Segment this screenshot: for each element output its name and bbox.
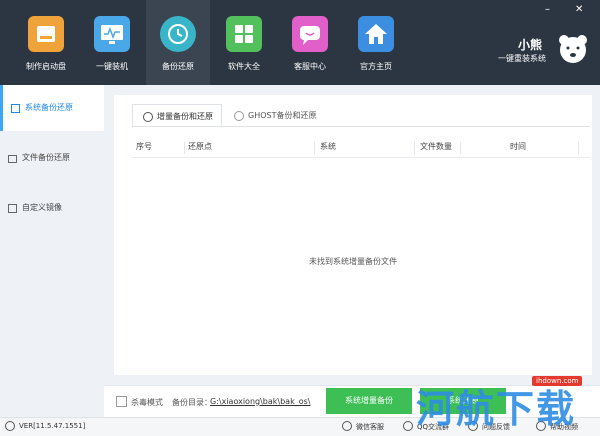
restore-icon (160, 16, 196, 52)
version-text: VER[11.5.47.1551] (19, 422, 86, 430)
nav-label: 一键装机 (96, 62, 128, 71)
sidebar-item-label: 文件备份还原 (22, 153, 70, 162)
sidebar-item-label: 系统备份还原 (25, 103, 73, 112)
folder-icon (8, 155, 17, 163)
home-icon (358, 16, 394, 52)
column-header: 还原点 (188, 142, 212, 151)
watermark-url: ihdown.com (532, 376, 583, 386)
nav-one-click-install[interactable]: 一键装机 (80, 0, 144, 85)
column-header: 系统 (320, 142, 336, 151)
tab-label: 增量备份和还原 (157, 112, 213, 121)
incremental-backup-button[interactable]: 系统增量备份 (326, 388, 412, 414)
version-icon (5, 421, 15, 431)
close-button[interactable]: ✕ (575, 4, 583, 15)
sidebar-item-label: 自定义镜像 (22, 203, 62, 212)
backup-panel: 增量备份和还原 GHOST备份和还原 序号 还原点 系统 文件数量 时间 未找到… (114, 95, 592, 375)
nav-label: 备份还原 (162, 62, 194, 71)
nav-software[interactable]: 软件大全 (212, 0, 276, 85)
nav-backup-restore[interactable]: 备份还原 (146, 0, 210, 85)
ghost-icon (234, 111, 244, 121)
top-navigation-bar: – ✕ 制作启动盘 一键装机 备份还原 软件大全 客服中心 官方主页 小熊 一键… (0, 0, 600, 85)
table-header: 序号 还原点 系统 文件数量 时间 (132, 141, 590, 155)
nav-make-boot-disk[interactable]: 制作启动盘 (14, 0, 78, 85)
nav-homepage[interactable]: 官方主页 (344, 0, 408, 85)
watermark-text: 河航下载 (416, 387, 577, 431)
nav-label: 软件大全 (228, 62, 260, 71)
tab-incremental-backup[interactable]: 增量备份和还原 (132, 104, 222, 128)
empty-state-text: 未找到系统增量备份文件 (309, 257, 397, 266)
wechat-support-link[interactable]: 微信客服 (356, 422, 384, 432)
tab-ghost-backup[interactable]: GHOST备份和还原 (224, 104, 334, 126)
sidebar: 系统备份还原 文件备份还原 自定义镜像 (0, 85, 105, 417)
antivirus-mode-checkbox[interactable] (116, 396, 127, 407)
nav-label: 制作启动盘 (26, 62, 66, 71)
system-icon (11, 104, 20, 113)
image-icon (8, 204, 17, 213)
nav-support[interactable]: 客服中心 (278, 0, 342, 85)
brand-tagline: 一键重装系统 (498, 54, 546, 63)
bear-logo-icon (556, 32, 590, 66)
column-header: 文件数量 (420, 142, 452, 151)
incremental-icon (143, 112, 153, 122)
table-header-divider (132, 157, 590, 158)
sidebar-item-file-backup[interactable]: 文件备份还原 (0, 135, 104, 181)
watermark: 河航下载 ihdown.com (414, 376, 600, 431)
backup-dir-label: 备份目录： (172, 398, 212, 407)
chat-icon (292, 16, 328, 52)
sidebar-item-custom-image[interactable]: 自定义镜像 (0, 185, 104, 231)
tab-divider (132, 126, 590, 127)
wechat-icon (342, 421, 352, 431)
minimize-button[interactable]: – (545, 4, 550, 15)
main-content: 增量备份和还原 GHOST备份和还原 序号 还原点 系统 文件数量 时间 未找到… (104, 85, 600, 385)
tab-label: GHOST备份和还原 (248, 111, 317, 120)
antivirus-mode-label: 杀毒模式 (131, 398, 163, 407)
brand-name: 小熊 (518, 38, 543, 52)
column-header: 序号 (136, 142, 152, 151)
backup-dir-link[interactable]: G:\xiaoxiong\bak\bak_os\ (210, 397, 310, 406)
usb-disk-icon (28, 16, 64, 52)
qq-icon (403, 421, 413, 431)
monitor-icon (94, 16, 130, 52)
nav-label: 客服中心 (294, 62, 326, 71)
sidebar-item-system-backup[interactable]: 系统备份还原 (0, 85, 104, 131)
nav-label: 官方主页 (360, 62, 392, 71)
apps-grid-icon (226, 16, 262, 52)
column-header: 时间 (510, 142, 526, 151)
